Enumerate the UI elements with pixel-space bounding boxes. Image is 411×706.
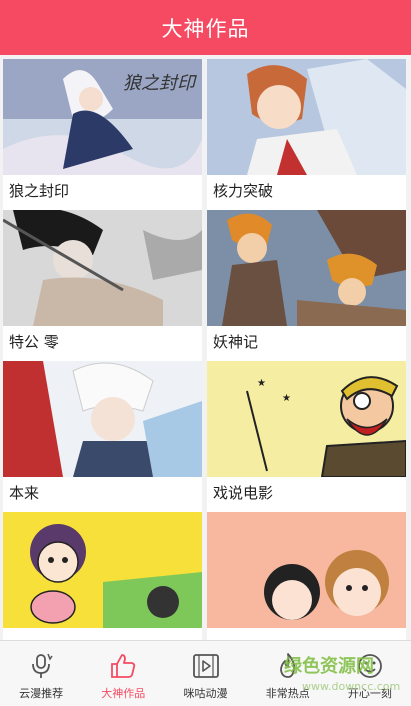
- smile-icon: [358, 654, 382, 678]
- svg-text:★: ★: [282, 393, 291, 404]
- tab-yunman-recommend[interactable]: 云漫推荐: [0, 641, 82, 706]
- tab-happy-moment[interactable]: 开心一刻: [329, 641, 411, 706]
- flame-icon: [279, 653, 295, 678]
- work-card[interactable]: 本来: [3, 361, 202, 512]
- work-cover-image[interactable]: [3, 210, 202, 326]
- work-cover-image[interactable]: [207, 210, 406, 326]
- tab-great-works[interactable]: 大神作品: [82, 641, 164, 706]
- work-card[interactable]: [3, 512, 202, 640]
- bottom-tab-bar: 云漫推荐 大神作品 咪咕动漫 非常热点 开心一刻: [0, 640, 411, 706]
- work-card[interactable]: 妖神记: [207, 210, 406, 361]
- work-card[interactable]: 核力突破: [207, 59, 406, 210]
- microphone-icon: [32, 653, 53, 678]
- svg-text:★: ★: [257, 378, 266, 389]
- thumbs-up-icon: [111, 654, 136, 678]
- work-title: 本来: [3, 477, 202, 512]
- tab-label: 云漫推荐: [19, 687, 64, 700]
- work-card[interactable]: [207, 512, 406, 640]
- work-title: [3, 628, 202, 640]
- work-title: 妖神记: [207, 326, 406, 361]
- work-card[interactable]: ★ ★ 戏说电影: [207, 361, 406, 512]
- tab-label: 咪咕动漫: [183, 687, 228, 700]
- work-cover-image[interactable]: 狼之封印: [3, 59, 202, 175]
- work-title: 戏说电影: [207, 477, 406, 512]
- work-card[interactable]: 狼之封印 狼之封印: [3, 59, 202, 210]
- work-title: 狼之封印: [3, 175, 202, 210]
- works-list[interactable]: 狼之封印 狼之封印 核力突破 特公 零 妖神记 本来 ★ ★ 戏说电影: [0, 55, 411, 640]
- tab-hot-topics[interactable]: 非常热点: [247, 641, 329, 706]
- work-card[interactable]: 特公 零: [3, 210, 202, 361]
- work-cover-image[interactable]: [3, 512, 202, 628]
- work-title: [207, 628, 406, 640]
- work-cover-image[interactable]: ★ ★: [207, 361, 406, 477]
- tab-migu-anime[interactable]: 咪咕动漫: [164, 641, 246, 706]
- work-title: 特公 零: [3, 326, 202, 361]
- tab-label: 大神作品: [101, 687, 146, 700]
- work-title: 核力突破: [207, 175, 406, 210]
- work-cover-image[interactable]: [207, 512, 406, 628]
- top-header: 大神作品: [0, 0, 411, 55]
- tab-label: 开心一刻: [347, 687, 392, 700]
- tab-label: 非常热点: [265, 687, 310, 700]
- work-cover-image[interactable]: [3, 361, 202, 477]
- svg-text:狼之封印: 狼之封印: [123, 73, 197, 94]
- film-play-icon: [192, 654, 219, 678]
- page-title: 大神作品: [161, 16, 250, 41]
- work-cover-image[interactable]: [207, 59, 406, 175]
